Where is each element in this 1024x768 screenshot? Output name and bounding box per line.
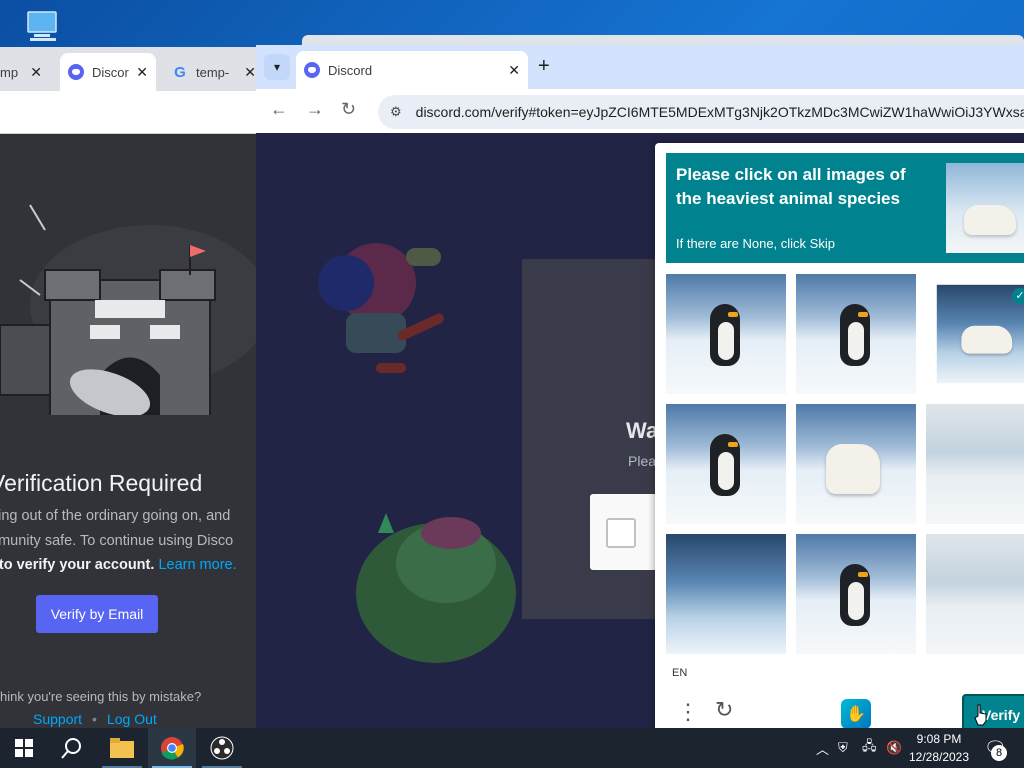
- page-heading: Wa: [626, 418, 659, 443]
- verify-by-email-button[interactable]: Verify by Email: [36, 595, 158, 633]
- network-icon[interactable]: 🖧: [862, 728, 877, 768]
- captcha-grid: ✓: [666, 274, 1024, 654]
- clock[interactable]: 9:08 PM 12/28/2023: [905, 730, 973, 766]
- menu-dots-icon[interactable]: ⋮: [677, 699, 699, 725]
- hand-cursor-icon: [974, 704, 987, 726]
- this-pc-icon[interactable]: [24, 8, 64, 48]
- description-line: mmunity safe. To continue using Disco: [0, 533, 234, 549]
- logout-link[interactable]: Log Out: [107, 711, 157, 727]
- tab-label: temp-: [196, 64, 230, 80]
- browser-window-back[interactable]: mp ✕ Discor ✕ G temp- ✕ Verification Req…: [0, 47, 300, 737]
- notification-badge: 8: [991, 745, 1007, 761]
- selected-check-icon: ✓: [1012, 288, 1024, 304]
- google-icon: G: [174, 63, 186, 81]
- penguin-image: [840, 304, 870, 366]
- site-settings-icon[interactable]: ⚙: [390, 104, 402, 120]
- tab-label: Discor: [92, 64, 129, 80]
- close-icon[interactable]: ✕: [30, 64, 42, 81]
- start-button[interactable]: [0, 728, 48, 768]
- obs-icon[interactable]: [198, 728, 246, 768]
- captcha-tile[interactable]: [666, 404, 786, 524]
- clock-date: 12/28/2023: [908, 750, 970, 764]
- tab-label: Discord: [328, 62, 373, 78]
- toolbar: [0, 91, 300, 134]
- search-icon[interactable]: [48, 728, 96, 768]
- captcha-tile[interactable]: [926, 534, 1024, 654]
- page-subheading: Plea: [628, 453, 657, 469]
- prompt-subtext: If there are None, click Skip: [676, 236, 835, 251]
- tab-strip: mp ✕ Discor ✕ G temp- ✕: [0, 47, 300, 91]
- tab-discord-back[interactable]: Discor ✕: [60, 53, 156, 91]
- penguin-image: [710, 304, 740, 366]
- learn-more-link[interactable]: Learn more.: [158, 557, 236, 573]
- back-arrow-icon[interactable]: ←: [270, 99, 288, 120]
- tab-temp-mail-2[interactable]: G temp- ✕: [164, 53, 264, 91]
- chrome-icon[interactable]: [148, 728, 196, 768]
- castle-illustration: [0, 204, 260, 415]
- tab-temp-mail-1[interactable]: mp ✕: [0, 53, 50, 91]
- windows-logo-icon: [15, 739, 33, 757]
- captcha-tile[interactable]: [666, 274, 786, 394]
- tab-strip: ▾ Discord ✕ +: [256, 45, 1024, 89]
- penguin-image: [840, 564, 870, 626]
- polar-bear-image: [961, 325, 1013, 354]
- prompt-text: Please click on all images of the heavie…: [676, 165, 906, 208]
- example-image: [946, 163, 1024, 253]
- discord-icon: [68, 64, 84, 80]
- captcha-tile[interactable]: [926, 404, 1024, 524]
- reload-icon[interactable]: ↻: [341, 99, 356, 120]
- character-illustration: [318, 243, 444, 373]
- hcaptcha-logo-icon: ✋: [841, 699, 871, 729]
- tray-overflow-chevron-icon[interactable]: ︿: [816, 728, 829, 768]
- description-bold: u to verify your account.: [0, 557, 155, 573]
- captcha-tile[interactable]: [796, 534, 916, 654]
- taskbar: ︿ ⛨ 🖧 🔇 9:08 PM 12/28/2023 🗨: [0, 728, 1024, 768]
- security-alert-icon[interactable]: ⛨: [838, 728, 848, 768]
- troll-illustration: [356, 513, 516, 663]
- close-icon[interactable]: ✕: [244, 64, 256, 81]
- forward-arrow-icon[interactable]: →: [306, 99, 324, 120]
- penguin-image: [710, 434, 740, 496]
- captcha-challenge: Please click on all images of the heavie…: [655, 143, 1024, 744]
- tab-search-chevron-icon[interactable]: ▾: [264, 54, 290, 80]
- clock-time: 9:08 PM: [916, 732, 962, 746]
- toolbar: ← → ↻ ⚙ discord.com/verify#token=eyJpZCI…: [256, 89, 1024, 133]
- volume-muted-icon[interactable]: 🔇: [886, 728, 902, 768]
- description-line: u to verify your account. Learn more.: [0, 557, 237, 573]
- captcha-tile[interactable]: [666, 534, 786, 654]
- captcha-tile[interactable]: [796, 404, 916, 524]
- address-bar[interactable]: ⚙ discord.com/verify#token=eyJpZCI6MTE5M…: [378, 95, 1024, 129]
- discord-icon: [304, 62, 320, 78]
- description-line: thing out of the ordinary going on, and: [0, 508, 231, 524]
- discord-verification-page: Verification Required thing out of the o…: [0, 135, 300, 737]
- new-tab-plus-icon[interactable]: +: [538, 55, 550, 78]
- refresh-icon[interactable]: ↻: [715, 697, 733, 723]
- separator: •: [92, 711, 97, 727]
- close-icon[interactable]: ✕: [508, 62, 520, 79]
- captcha-prompt: Please click on all images of the heavie…: [666, 153, 1024, 263]
- page-title: Verification Required: [0, 470, 203, 496]
- language-selector[interactable]: EN: [672, 667, 687, 679]
- tab-label: mp: [0, 64, 19, 80]
- captcha-tile[interactable]: [796, 274, 916, 394]
- file-explorer-icon[interactable]: [98, 728, 146, 768]
- url-text: discord.com/verify#token=eyJpZCI6MTE5MDE…: [415, 104, 1024, 120]
- captcha-checkbox[interactable]: [606, 518, 636, 548]
- support-links: Support • Log Out: [33, 711, 157, 727]
- close-icon[interactable]: ✕: [136, 64, 148, 81]
- polar-bear-image: [826, 444, 880, 494]
- mistake-text: hink you're seeing this by mistake?: [0, 689, 202, 704]
- captcha-tile-selected[interactable]: [936, 284, 1024, 384]
- support-link[interactable]: Support: [33, 711, 82, 727]
- tab-discord[interactable]: Discord ✕: [296, 51, 528, 89]
